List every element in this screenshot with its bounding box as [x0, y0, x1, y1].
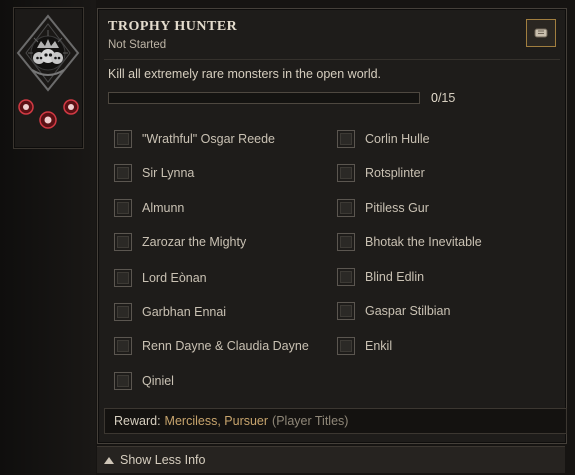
checklist-item[interactable]: Qiniel [114, 370, 174, 392]
checkbox[interactable] [114, 303, 132, 321]
checkbox[interactable] [337, 302, 355, 320]
checkbox[interactable] [114, 233, 132, 251]
checkbox[interactable] [337, 130, 355, 148]
reward-type: (Player Titles) [272, 414, 349, 428]
checkbox[interactable] [114, 164, 132, 182]
header-divider [104, 59, 560, 60]
shrink-details-button[interactable] [526, 19, 556, 47]
show-less-info-label: Show Less Info [120, 453, 206, 467]
checklist-item[interactable]: Lord Eònan [114, 267, 207, 289]
checkbox[interactable] [337, 164, 355, 182]
checklist-item-label: Gaspar Stilbian [365, 304, 451, 318]
checklist-item[interactable]: Blind Edlin [337, 266, 424, 288]
scroll-icon [534, 28, 548, 38]
reward-bar: Reward: Merciless, Pursuer (Player Title… [104, 408, 567, 434]
checklist-item[interactable]: Rotsplinter [337, 162, 425, 184]
reward-label: Reward: [114, 414, 161, 428]
checklist-item[interactable]: Zarozar the Mighty [114, 231, 246, 253]
achievement-description: Kill all extremely rare monsters in the … [108, 67, 382, 81]
checklist-item[interactable]: Enkil [337, 335, 392, 357]
checkbox[interactable] [337, 337, 355, 355]
checkbox[interactable] [337, 199, 355, 217]
achievement-panel: TROPHY HUNTER Not Started Kill all extre… [97, 8, 567, 444]
chevron-up-icon [104, 456, 114, 464]
checklist-item[interactable]: Garbhan Ennai [114, 301, 226, 323]
checklist-item-label: Sir Lynna [142, 166, 195, 180]
achievement-title: TROPHY HUNTER [108, 19, 238, 34]
checklist-item[interactable]: Bhotak the Inevitable [337, 231, 482, 253]
checklist-item-label: Bhotak the Inevitable [365, 235, 482, 249]
checklist-item[interactable]: Pitiless Gur [337, 197, 429, 219]
checklist-item[interactable]: Sir Lynna [114, 162, 194, 184]
checklist-item[interactable]: Corlin Hulle [337, 128, 430, 150]
checkbox[interactable] [337, 233, 355, 251]
progress-current: 0 [431, 91, 438, 105]
progress-total: /15 [437, 91, 456, 105]
checklist-item-label: Rotsplinter [365, 166, 425, 180]
skull-crown-emblem-icon [16, 14, 80, 129]
checklist-item-label: Qiniel [142, 374, 174, 388]
checklist-item-label: Pitiless Gur [365, 201, 429, 215]
show-less-info-button[interactable]: Show Less Info [97, 446, 565, 473]
checklist-item[interactable]: Almunn [114, 197, 184, 219]
checklist-item-label: Enkil [365, 339, 393, 353]
checkbox[interactable] [114, 269, 132, 287]
checklist-item-label: "Wrathful" Osgar Reede [142, 132, 276, 146]
checkbox[interactable] [114, 337, 132, 355]
checklist-item-label: Renn Dayne & Claudia Dayne [142, 339, 309, 353]
checkbox[interactable] [114, 130, 132, 148]
checklist-item[interactable]: Gaspar Stilbian [337, 300, 450, 322]
checklist-item-label: Lord Eònan [142, 271, 207, 285]
checkbox[interactable] [114, 372, 132, 390]
checklist-item-label: Almunn [142, 201, 185, 215]
checklist-item[interactable]: "Wrathful" Osgar Reede [114, 128, 275, 150]
achievement-status: Not Started [108, 39, 167, 51]
checklist-item-label: Zarozar the Mighty [142, 235, 247, 249]
reward-value: Merciless, Pursuer [164, 414, 269, 428]
achievement-emblem-card [13, 7, 84, 149]
checklist-item-label: Corlin Hulle [365, 132, 430, 146]
checklist-item-label: Blind Edlin [365, 270, 425, 284]
progress-count: 0/15 [431, 91, 455, 105]
checkbox[interactable] [337, 268, 355, 286]
progress-bar [108, 92, 420, 104]
checklist-item[interactable]: Renn Dayne & Claudia Dayne [114, 335, 309, 357]
checkbox[interactable] [114, 199, 132, 217]
checklist-item-label: Garbhan Ennai [142, 305, 227, 319]
